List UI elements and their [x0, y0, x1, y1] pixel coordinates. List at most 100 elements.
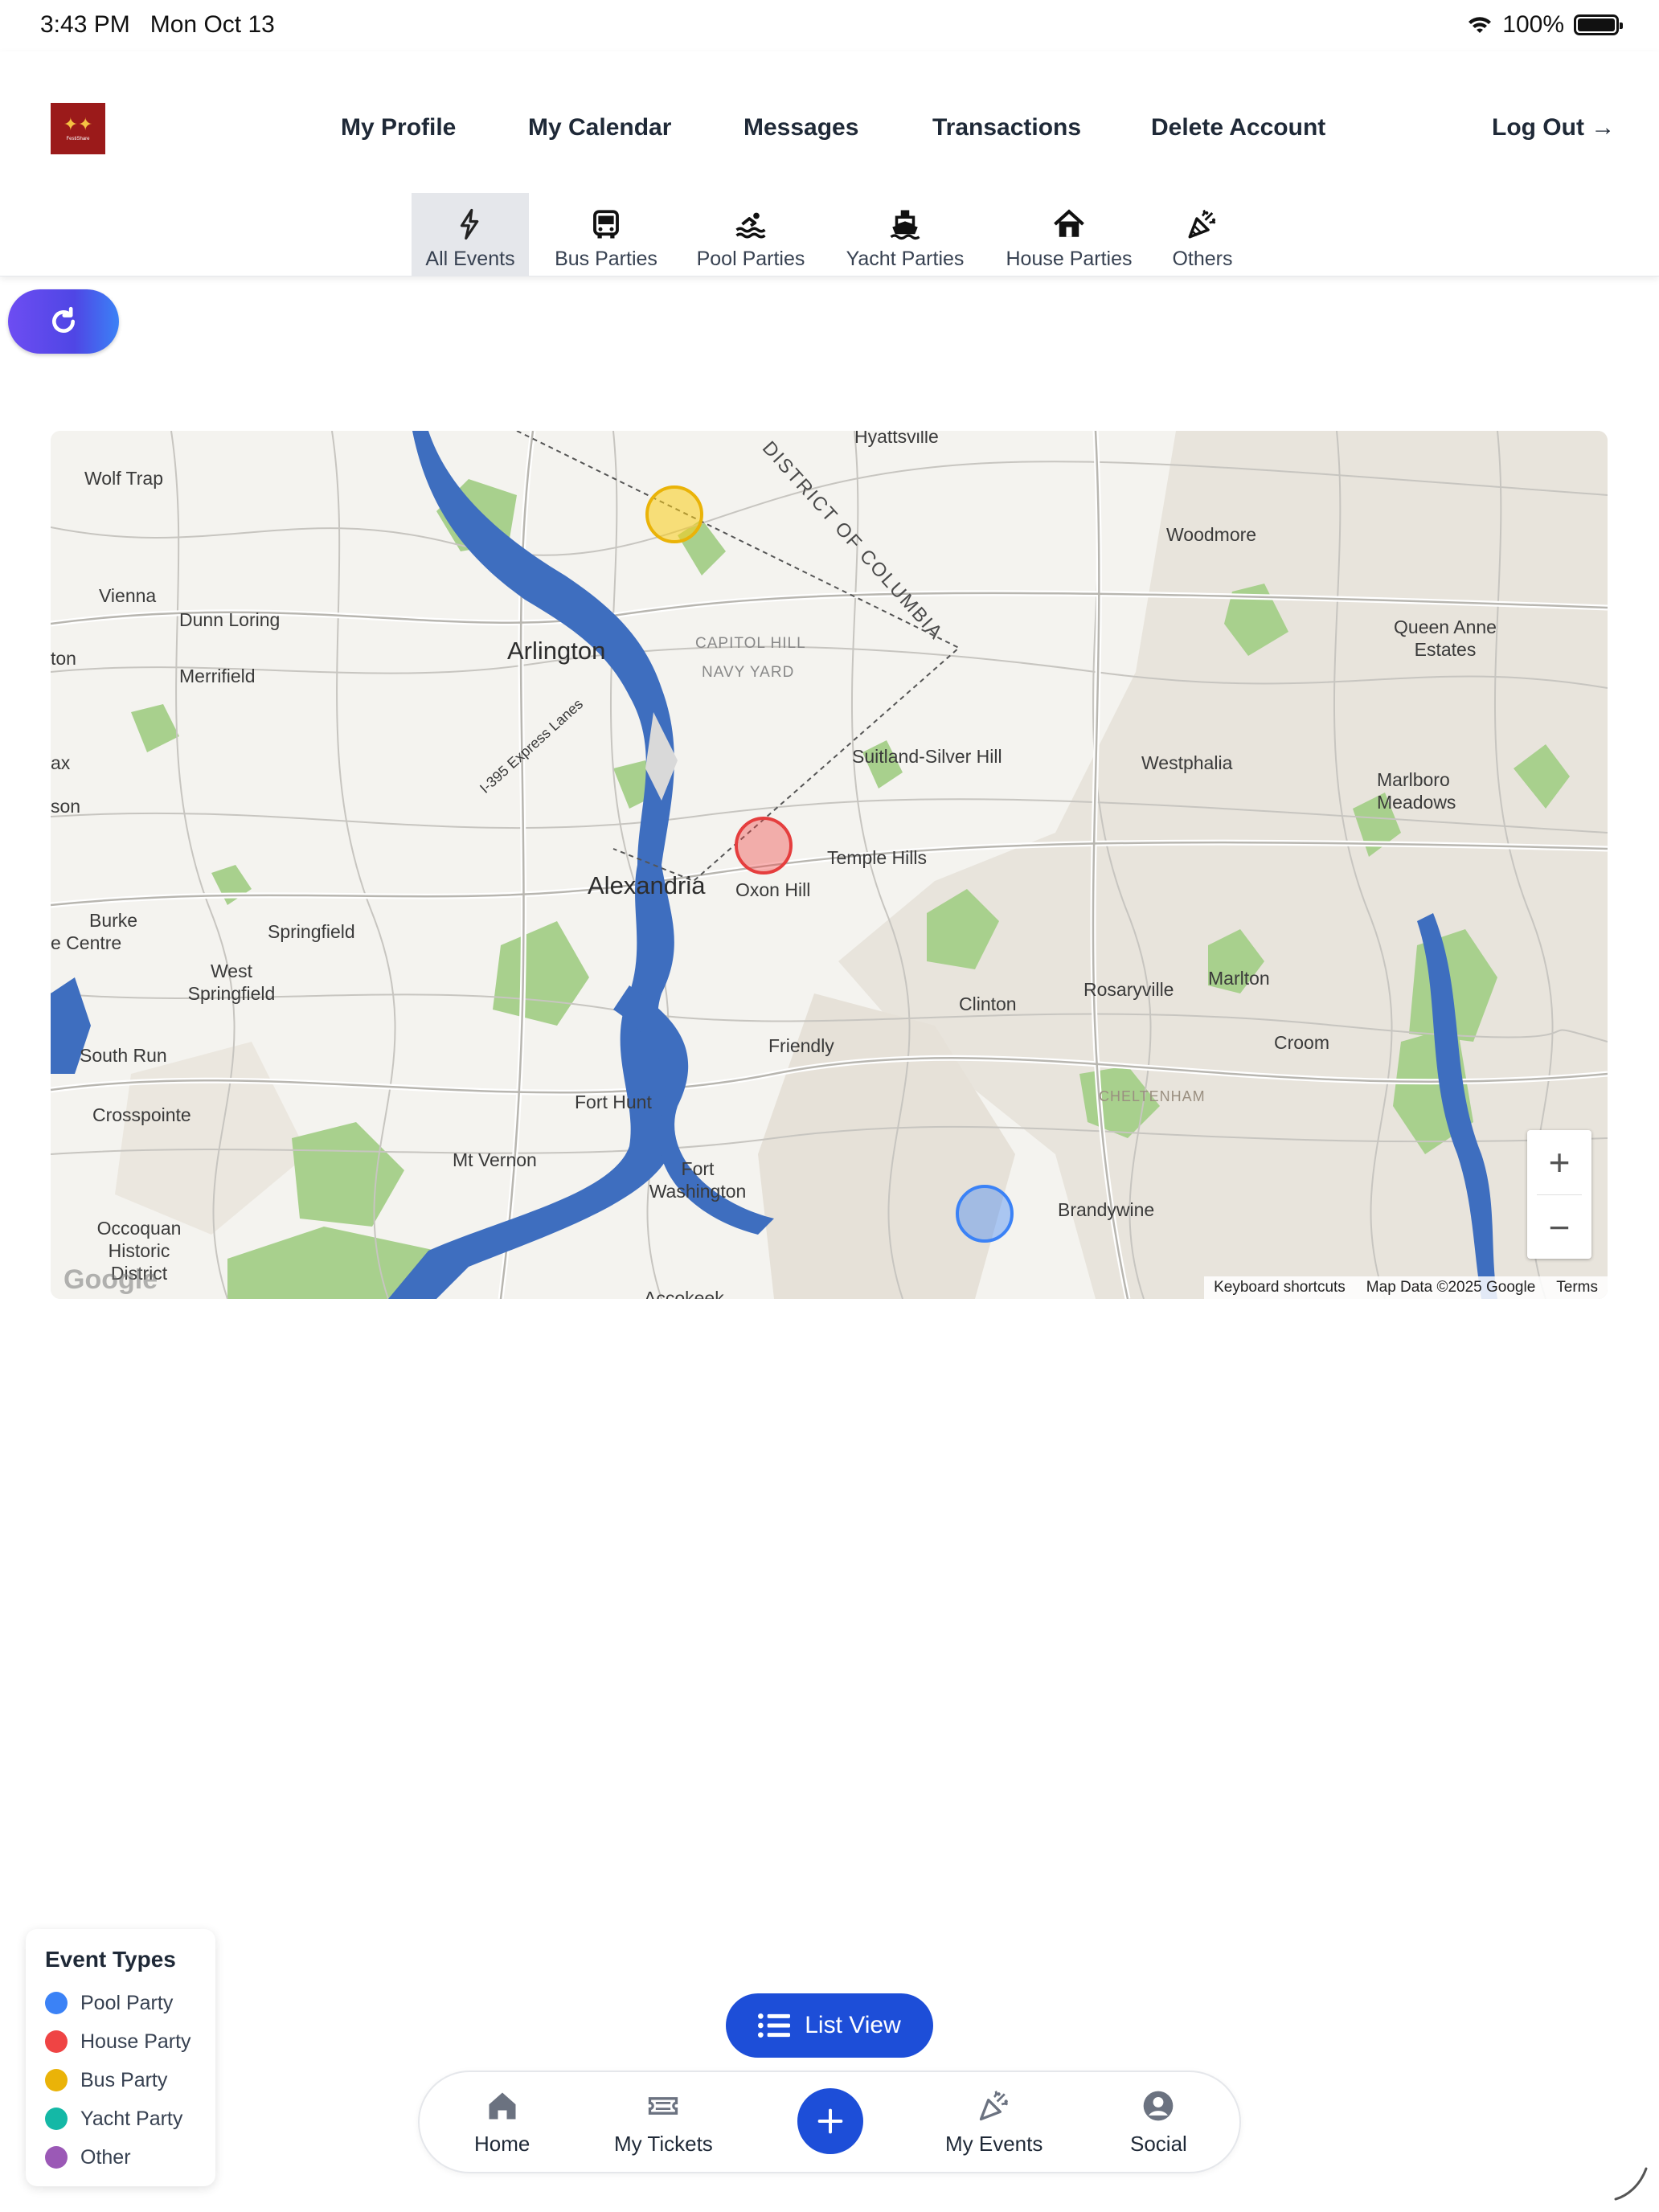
legend-item: Bus Party — [45, 2061, 196, 2099]
bottom-nav-my-events[interactable]: My Events — [945, 2088, 1043, 2157]
map-label-merrifield: Merrifield — [179, 666, 256, 686]
map-label-springfield: Springfield — [268, 921, 355, 942]
tab-pool-parties[interactable]: Pool Parties — [690, 193, 812, 276]
map-label-burke: Burke — [89, 910, 138, 931]
bottom-nav-label: Social — [1130, 2132, 1187, 2156]
bus-icon — [593, 210, 619, 239]
party-popper-icon — [979, 2091, 1008, 2121]
map-label-crosspointe: Crosspointe — [92, 1104, 191, 1125]
bottom-nav-my-tickets[interactable]: My Tickets — [614, 2088, 713, 2157]
map-label-capitol-hill: CAPITOL HILL — [695, 635, 806, 652]
battery-percent: 100% — [1502, 11, 1564, 38]
zoom-control: + − — [1527, 1130, 1591, 1259]
home-icon — [489, 2092, 516, 2120]
map-label-vienna: Vienna — [99, 585, 157, 606]
map-label-navy-yard: NAVY YARD — [702, 664, 795, 681]
list-icon — [758, 2013, 791, 2038]
map-label-queen-anne-estates: Queen Anne Estates — [1394, 616, 1497, 660]
map-label-centre: e Centre — [51, 932, 122, 953]
terms-link[interactable]: Terms — [1556, 1279, 1598, 1296]
nav-messages[interactable]: Messages — [743, 114, 858, 141]
legend-dot — [45, 1992, 68, 2014]
legend-item: Other — [45, 2138, 196, 2177]
list-view-button[interactable]: List View — [726, 1993, 933, 2058]
legend-dot — [45, 2108, 68, 2130]
battery-icon — [1574, 14, 1623, 35]
tab-label: Yacht Parties — [846, 248, 965, 270]
nav-delete-account[interactable]: Delete Account — [1151, 114, 1325, 141]
event-types-legend: Event Types Pool Party House Party Bus P… — [26, 1929, 215, 2186]
map-label-arlington: Arlington — [507, 637, 606, 665]
map-label-fort-washington: Fort Washington — [649, 1158, 747, 1202]
tab-bus-parties[interactable]: Bus Parties — [547, 193, 666, 276]
map-label-woodmore: Woodmore — [1166, 524, 1257, 545]
map-label-temple-hills: Temple Hills — [827, 847, 927, 868]
event-map[interactable]: Hyattsville Wolf Trap Vienna Dunn Loring… — [51, 431, 1608, 1299]
list-view-label: List View — [805, 2012, 901, 2038]
nav-log-out[interactable]: Log Out → — [1492, 114, 1615, 141]
event-marker-pool-party[interactable] — [956, 1185, 1014, 1243]
house-icon — [1054, 209, 1084, 237]
tab-house-parties[interactable]: House Parties — [998, 193, 1140, 276]
party-popper-icon — [1188, 209, 1216, 239]
user-circle-icon — [1144, 2091, 1174, 2121]
map-label-oxon-hill: Oxon Hill — [735, 879, 811, 900]
status-clock: 3:43 PM — [40, 11, 130, 38]
plus-icon — [817, 2108, 843, 2134]
map-label-dunn-loring: Dunn Loring — [179, 609, 281, 630]
nav-transactions[interactable]: Transactions — [932, 114, 1081, 141]
tab-others[interactable]: Others — [1165, 193, 1239, 276]
map-label-mt-vernon: Mt Vernon — [453, 1149, 537, 1170]
legend-label: Bus Party — [80, 2068, 168, 2091]
map-label-brandywine: Brandywine — [1058, 1199, 1155, 1220]
tab-label: All Events — [425, 248, 515, 270]
tab-label: House Parties — [1006, 248, 1133, 270]
map-label-suitland: Suitland-Silver Hill — [852, 746, 1002, 767]
swimmer-icon — [735, 212, 766, 239]
zoom-in-button[interactable]: + — [1527, 1130, 1591, 1194]
nav-my-calendar[interactable]: My Calendar — [528, 114, 671, 141]
zoom-out-button[interactable]: − — [1527, 1195, 1591, 1260]
legend-label: Other — [80, 2145, 131, 2169]
status-bar: 3:43 PM Mon Oct 13 100% — [0, 0, 1659, 51]
bottom-nav-social[interactable]: Social — [1130, 2088, 1187, 2157]
bottom-nav-label: My Tickets — [614, 2132, 713, 2156]
legend-label: House Party — [80, 2030, 191, 2053]
map-label-friendly: Friendly — [768, 1035, 834, 1056]
wifi-icon — [1469, 17, 1492, 33]
map-label-westphalia: Westphalia — [1141, 752, 1233, 773]
legend-dot — [45, 2069, 68, 2091]
map-label-marlboro-meadows: Marlboro Meadows — [1377, 769, 1456, 813]
tab-all-events[interactable]: All Events — [412, 193, 529, 276]
legend-item: Yacht Party — [45, 2099, 196, 2138]
ship-icon — [890, 210, 920, 240]
map-label-hyattsville: Hyattsville — [854, 431, 939, 447]
tab-yacht-parties[interactable]: Yacht Parties — [841, 193, 969, 276]
event-marker-house-party[interactable] — [735, 817, 793, 875]
map-label-lorton: ton — [51, 648, 76, 669]
map-label-marlton: Marlton — [1208, 968, 1270, 989]
app-logo[interactable]: ✦✦ FestiShare — [51, 103, 105, 154]
keyboard-shortcuts-link[interactable]: Keyboard shortcuts — [1214, 1279, 1346, 1296]
status-date: Mon Oct 13 — [150, 11, 275, 38]
refresh-button[interactable] — [8, 289, 119, 354]
nav-my-profile[interactable]: My Profile — [341, 114, 456, 141]
status-time: 3:43 PM Mon Oct 13 — [40, 11, 275, 39]
legend-title: Event Types — [45, 1947, 176, 1972]
header: ✦✦ FestiShare My Profile My Calendar Mes… — [0, 51, 1659, 276]
create-event-button[interactable] — [797, 2088, 863, 2154]
legend-dot — [45, 2030, 68, 2053]
map-label-south-run: South Run — [80, 1045, 167, 1066]
status-indicators: 100% — [1467, 11, 1623, 39]
map-footer: Keyboard shortcuts Map Data ©2025 Google… — [1204, 1276, 1608, 1299]
map-label-west-springfield: West Springfield — [187, 961, 276, 1004]
event-marker-bus-party[interactable] — [645, 485, 703, 543]
legend-label: Pool Party — [80, 1991, 174, 2014]
map-label-croom: Croom — [1274, 1032, 1330, 1053]
resize-handle-icon — [1614, 2167, 1648, 2201]
map-data-credit: Map Data ©2025 Google — [1366, 1279, 1536, 1296]
bottom-navigation: Home My Tickets My Events Social — [418, 2071, 1241, 2173]
bottom-nav-home[interactable]: Home — [474, 2088, 530, 2157]
tab-label: Pool Parties — [696, 248, 805, 270]
google-logo: Google — [63, 1264, 158, 1295]
